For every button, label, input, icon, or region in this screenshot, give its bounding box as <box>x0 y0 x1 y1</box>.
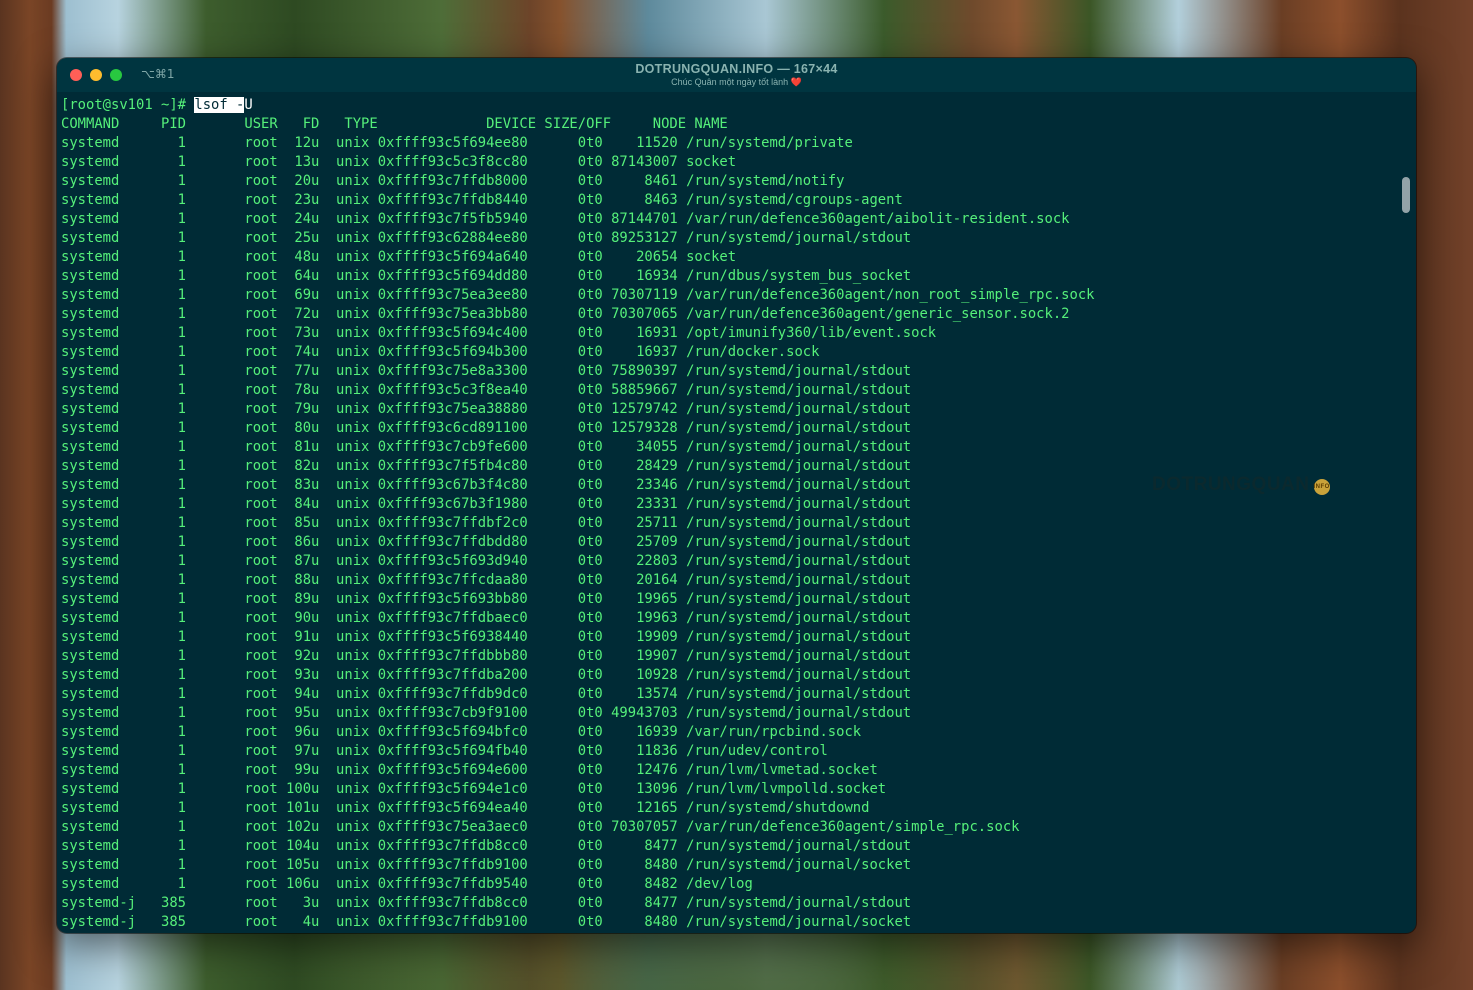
terminal-output[interactable]: [root@sv101 ~]# lsof -U COMMAND PID USER… <box>61 96 1401 932</box>
watermark-badge-icon: INFO <box>1313 479 1330 495</box>
table-row: systemd 1 root 79u unix 0xffff93c75ea388… <box>61 401 912 417</box>
table-row: systemd 1 root 74u unix 0xffff93c5f694b3… <box>61 344 820 360</box>
table-row: systemd 1 root 92u unix 0xffff93c7ffdbbb… <box>61 648 912 664</box>
table-row: systemd 1 root 93u unix 0xffff93c7ffdba2… <box>61 667 912 683</box>
table-row: systemd 1 root 88u unix 0xffff93c7ffcdaa… <box>61 572 912 588</box>
prompt-line: [root@sv101 ~]# lsof -U <box>61 96 1401 115</box>
table-row: systemd 1 root 100u unix 0xffff93c5f694e… <box>61 781 887 797</box>
table-row: systemd 1 root 12u unix 0xffff93c5f694ee… <box>61 135 853 151</box>
command-text: lsof - <box>194 97 245 113</box>
table-row: systemd 1 root 25u unix 0xffff93c62884ee… <box>61 230 912 246</box>
output-rows: systemd 1 root 12u unix 0xffff93c5f694ee… <box>61 134 1401 932</box>
watermark-logo: DOTRUNGQUAN INFO <box>1152 474 1330 496</box>
window-subtitle: Chúc Quân một ngày tốt lành ❤️ <box>671 77 802 87</box>
table-row: systemd 1 root 102u unix 0xffff93c75ea3a… <box>61 819 1020 835</box>
table-row: systemd 1 root 64u unix 0xffff93c5f694dd… <box>61 268 912 284</box>
table-row: systemd 1 root 80u unix 0xffff93c6cd8911… <box>61 420 912 436</box>
table-row: systemd 1 root 90u unix 0xffff93c7ffdbae… <box>61 610 912 626</box>
watermark-text: DOTRUNGQUAN <box>1152 474 1310 495</box>
table-row: systemd 1 root 78u unix 0xffff93c5c3f8ea… <box>61 382 912 398</box>
table-row: systemd 1 root 99u unix 0xffff93c5f694e6… <box>61 762 878 778</box>
table-row: systemd 1 root 81u unix 0xffff93c7cb9fe6… <box>61 439 912 455</box>
table-row: systemd 1 root 24u unix 0xffff93c7f5fb59… <box>61 211 1070 227</box>
table-row: systemd 1 root 89u unix 0xffff93c5f693bb… <box>61 591 912 607</box>
table-row: systemd 1 root 97u unix 0xffff93c5f694fb… <box>61 743 828 759</box>
text-cursor: U <box>244 97 253 113</box>
table-row: systemd 1 root 84u unix 0xffff93c67b3f19… <box>61 496 912 512</box>
table-header: COMMAND PID USER FD TYPE DEVICE SIZE/OFF… <box>61 116 728 132</box>
table-row: systemd 1 root 69u unix 0xffff93c75ea3ee… <box>61 287 1095 303</box>
table-row: systemd 1 root 72u unix 0xffff93c75ea3bb… <box>61 306 1070 322</box>
table-row: systemd-j 385 root 3u unix 0xffff93c7ffd… <box>61 895 912 911</box>
table-row: systemd 1 root 23u unix 0xffff93c7ffdb84… <box>61 192 903 208</box>
command-input[interactable]: lsof -U <box>194 97 253 113</box>
table-row: systemd-j 385 root 4u unix 0xffff93c7ffd… <box>61 914 912 930</box>
table-row: systemd 1 root 106u unix 0xffff93c7ffdb9… <box>61 876 753 892</box>
shell-prompt: [root@sv101 ~]# <box>61 97 195 113</box>
table-row: systemd 1 root 101u unix 0xffff93c5f694e… <box>61 800 870 816</box>
table-row: systemd 1 root 95u unix 0xffff93c7cb9f91… <box>61 705 912 721</box>
table-row: systemd 1 root 85u unix 0xffff93c7ffdbf2… <box>61 515 912 531</box>
title-bar[interactable]: ⌥⌘1 DOTRUNGQUAN.INFO — 167×44 Chúc Quân … <box>57 58 1416 92</box>
table-row: systemd 1 root 105u unix 0xffff93c7ffdb9… <box>61 857 912 873</box>
table-row: systemd 1 root 77u unix 0xffff93c75e8a33… <box>61 363 912 379</box>
table-row: systemd 1 root 48u unix 0xffff93c5f694a6… <box>61 249 737 265</box>
scrollbar-thumb[interactable] <box>1402 177 1410 213</box>
table-row: systemd 1 root 13u unix 0xffff93c5c3f8cc… <box>61 154 737 170</box>
table-row: systemd 1 root 73u unix 0xffff93c5f694c4… <box>61 325 937 341</box>
scrollbar[interactable] <box>1401 96 1412 930</box>
window-title: DOTRUNGQUAN.INFO — 167×44 <box>635 62 838 76</box>
table-row: systemd 1 root 87u unix 0xffff93c5f693d9… <box>61 553 912 569</box>
table-row: systemd 1 root 91u unix 0xffff93c5f69384… <box>61 629 912 645</box>
table-row: systemd 1 root 94u unix 0xffff93c7ffdb9d… <box>61 686 912 702</box>
table-row: systemd 1 root 20u unix 0xffff93c7ffdb80… <box>61 173 845 189</box>
table-row: systemd 1 root 104u unix 0xffff93c7ffdb8… <box>61 838 912 854</box>
table-row: systemd 1 root 86u unix 0xffff93c7ffdbdd… <box>61 534 912 550</box>
table-row: systemd 1 root 96u unix 0xffff93c5f694bf… <box>61 724 862 740</box>
